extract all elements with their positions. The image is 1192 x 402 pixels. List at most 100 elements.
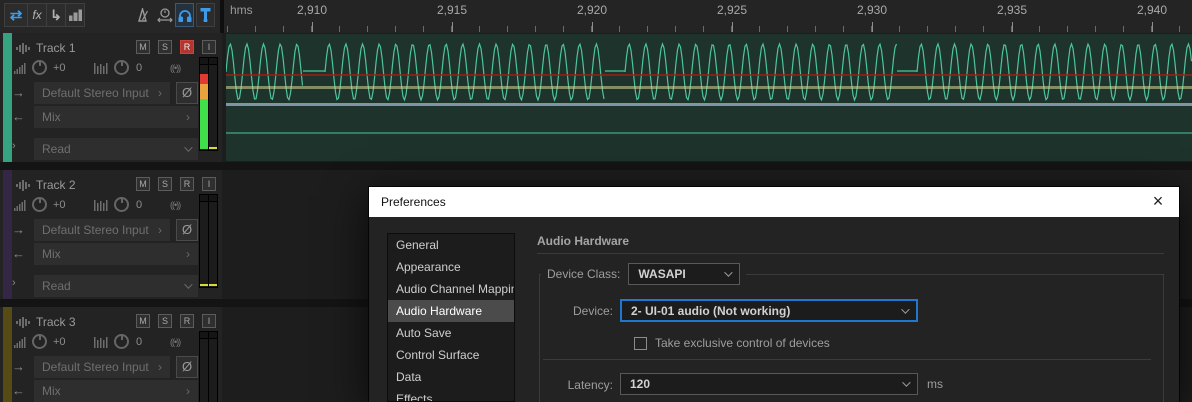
track-name[interactable]: Track 2 xyxy=(36,178,76,192)
solo-button[interactable]: S xyxy=(158,177,172,191)
automation-mode-selector[interactable]: Read xyxy=(34,138,198,160)
solo-button[interactable]: S xyxy=(158,314,172,328)
prefs-nav-item-general[interactable]: General xyxy=(388,234,514,256)
device-dropdown[interactable]: 2- UI-01 audio (Not working) xyxy=(620,299,918,322)
effects-rack-button[interactable]: fx xyxy=(27,3,47,27)
prefs-nav-item-audio-hardware[interactable]: Audio Hardware xyxy=(388,300,514,322)
output-selector-label: Mix xyxy=(42,243,61,265)
mute-button[interactable]: M xyxy=(136,40,150,54)
volume-envelope-line[interactable] xyxy=(226,86,1192,89)
pan-icon xyxy=(94,200,110,211)
meter-channel-left xyxy=(200,65,209,150)
minor-tick xyxy=(535,26,536,32)
automation-mode-selector[interactable]: Read xyxy=(34,275,198,297)
phase-invert-button[interactable]: Ø xyxy=(176,356,198,378)
track-separator xyxy=(0,162,1192,170)
close-button[interactable]: × xyxy=(1145,190,1171,214)
mute-button[interactable]: M xyxy=(136,314,150,328)
waveform-graphic xyxy=(226,34,1192,161)
input-selector[interactable]: Default Stereo Input › xyxy=(34,356,170,378)
send-routing-button[interactable]: ↳ xyxy=(46,3,66,27)
phase-invert-button[interactable]: Ø xyxy=(176,82,198,104)
input-arrow-icon: → xyxy=(12,359,25,374)
dialog-titlebar[interactable]: Preferences xyxy=(369,187,1179,217)
exclusive-checkbox[interactable] xyxy=(634,337,647,350)
output-selector[interactable]: Mix › xyxy=(34,243,198,265)
timer-icon xyxy=(157,7,173,23)
sync-timer-button[interactable] xyxy=(155,3,175,27)
track-color-strip[interactable] xyxy=(3,170,12,299)
pan-knob[interactable] xyxy=(114,197,129,212)
record-arm-button[interactable]: R xyxy=(180,40,194,54)
chevron-right-icon: › xyxy=(158,356,162,378)
record-arm-button[interactable]: R xyxy=(180,314,194,328)
prefs-nav-item-audio-channel-mapping[interactable]: Audio Channel Mapping xyxy=(388,278,514,300)
disclosure-icon[interactable]: › xyxy=(12,277,16,289)
major-tick xyxy=(732,22,733,32)
arm-indicator-icon: ((•)) xyxy=(170,200,180,210)
close-icon: × xyxy=(1153,191,1164,211)
disclosure-icon[interactable]: › xyxy=(12,140,16,152)
metronome-button[interactable] xyxy=(132,3,152,27)
input-monitor-button[interactable]: I xyxy=(202,40,216,54)
audio-clip[interactable] xyxy=(226,34,1192,161)
input-monitor-button[interactable]: I xyxy=(202,177,216,191)
marker-pin-button[interactable] xyxy=(196,3,215,27)
move-tool-button[interactable]: ⇄ xyxy=(4,3,28,27)
pan-knob[interactable] xyxy=(114,334,129,349)
ruler-tick-label: 2,910 xyxy=(297,3,327,17)
prefs-nav-item-control-surface[interactable]: Control Surface xyxy=(388,344,514,366)
volume-knob[interactable] xyxy=(32,60,47,75)
routing-arrow-icon: ↳ xyxy=(50,7,62,24)
bar-meter-icon xyxy=(69,9,82,21)
mute-button[interactable]: M xyxy=(136,177,150,191)
output-selector[interactable]: Mix › xyxy=(34,380,198,402)
pan-knob[interactable] xyxy=(114,60,129,75)
move-tool-icon: ⇄ xyxy=(10,6,23,24)
latency-dropdown[interactable]: 120 xyxy=(620,373,918,395)
ruler-tick-label: 2,915 xyxy=(437,3,467,17)
pan-envelope-line[interactable] xyxy=(226,103,1192,106)
track-name[interactable]: Track 3 xyxy=(36,315,76,329)
prefs-nav-item-auto-save[interactable]: Auto Save xyxy=(388,322,514,344)
output-arrow-icon: ← xyxy=(12,109,25,124)
level-meter xyxy=(199,331,218,402)
level-meter xyxy=(199,57,218,151)
input-selector[interactable]: Default Stereo Input › xyxy=(34,219,170,241)
prefs-nav-item-appearance[interactable]: Appearance xyxy=(388,256,514,278)
device-class-dropdown[interactable]: WASAPI xyxy=(628,263,740,285)
volume-knob[interactable] xyxy=(32,334,47,349)
major-tick xyxy=(312,22,313,32)
meter-channel-right xyxy=(209,65,217,150)
prefs-nav-item-effects[interactable]: Effects xyxy=(388,388,514,402)
device-value: 2- UI-01 audio (Not working) xyxy=(631,304,790,318)
metering-button[interactable] xyxy=(65,3,85,27)
volume-value: +0 xyxy=(53,336,66,348)
ruler-tick-label: 2,920 xyxy=(577,3,607,17)
track-color-strip[interactable] xyxy=(3,307,12,402)
volume-knob[interactable] xyxy=(32,197,47,212)
metronome-icon xyxy=(135,8,150,22)
ruler-ticks: 2,9102,9152,9202,9252,9302,9352,940 xyxy=(224,0,1192,33)
prefs-nav-item-data[interactable]: Data xyxy=(388,366,514,388)
record-arm-button[interactable]: R xyxy=(180,177,194,191)
minor-tick xyxy=(423,26,424,32)
track-name[interactable]: Track 1 xyxy=(36,41,76,55)
marker-pin-icon xyxy=(200,8,211,22)
minor-tick xyxy=(787,26,788,32)
chevron-right-icon: › xyxy=(158,219,162,241)
output-selector[interactable]: Mix › xyxy=(34,106,198,128)
timeline-ruler[interactable]: hms 2,9102,9152,9202,9252,9302,9352,940 xyxy=(222,0,1192,33)
dialog-title: Preferences xyxy=(381,195,446,209)
minor-tick xyxy=(563,26,564,32)
pan-value: 0 xyxy=(136,199,142,211)
input-monitor-button[interactable]: I xyxy=(202,314,216,328)
volume-icon xyxy=(14,200,29,211)
input-selector[interactable]: Default Stereo Input › xyxy=(34,82,170,104)
solo-button[interactable]: S xyxy=(158,40,172,54)
track-color-strip[interactable] xyxy=(3,33,12,162)
minor-tick xyxy=(283,26,284,32)
exclusive-checkbox-label[interactable]: Take exclusive control of devices xyxy=(655,336,830,350)
monitor-input-button[interactable] xyxy=(175,3,194,27)
phase-invert-button[interactable]: Ø xyxy=(176,219,198,241)
